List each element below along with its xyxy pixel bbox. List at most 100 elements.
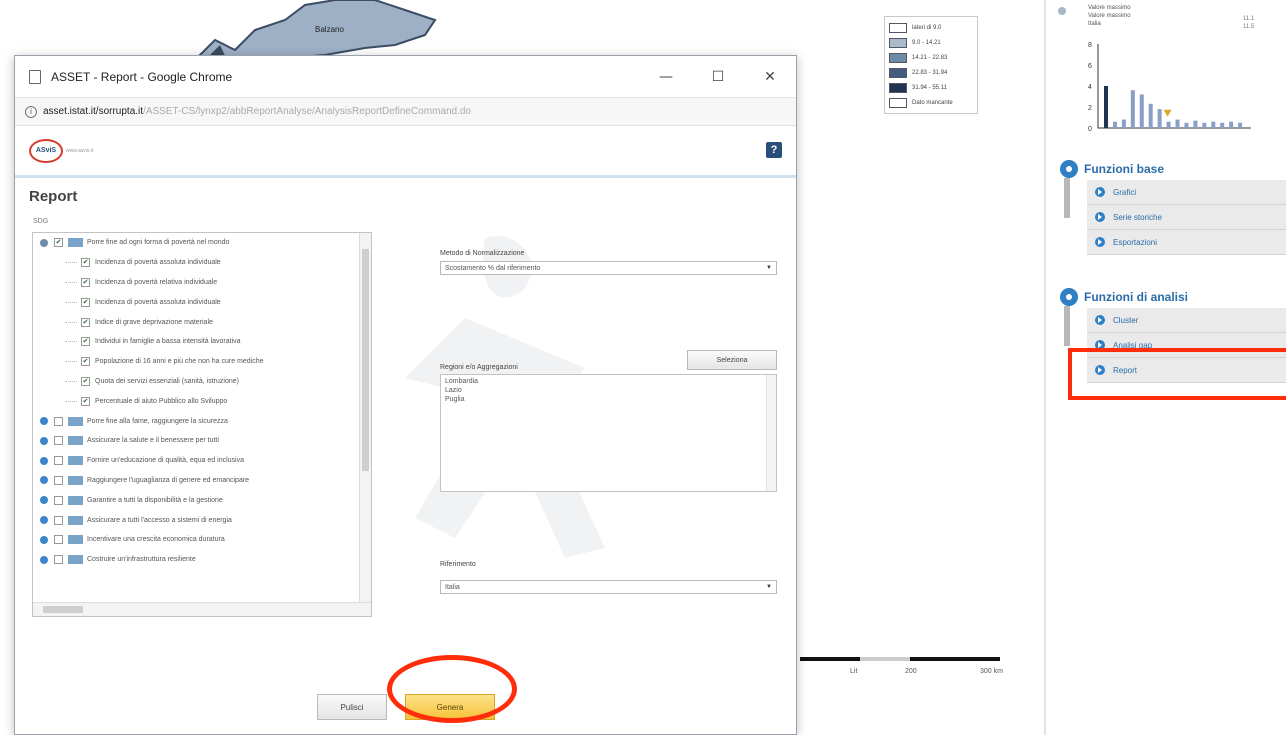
checkbox[interactable]: [54, 555, 63, 565]
tree-label: Garantire a tutti la disponibilità e la …: [87, 496, 223, 504]
section-title-text: Funzioni base: [1084, 162, 1165, 176]
checkbox[interactable]: ✔: [81, 396, 90, 406]
checkbox[interactable]: ✔: [81, 317, 90, 327]
esportazioni-button[interactable]: Esportazioni: [1087, 230, 1286, 255]
pulisci-button[interactable]: Pulisci: [317, 694, 387, 720]
scrollbar-thumb[interactable]: [362, 249, 369, 471]
page-title: Report: [29, 188, 78, 205]
tree-indicator-row[interactable]: ✔ Incidenza di povertà assoluta individua…: [33, 253, 371, 273]
checkbox[interactable]: [54, 515, 63, 525]
chart-bar: [1238, 122, 1243, 128]
checkbox[interactable]: ✔: [81, 277, 90, 287]
checkbox[interactable]: ✔: [81, 337, 90, 347]
list-item[interactable]: Lazio: [445, 386, 772, 395]
legend-label: 9.0 - 14.21: [912, 39, 941, 46]
tree-indicator-row[interactable]: ✔ Indice di grave deprivazione materiale: [33, 312, 371, 332]
genera-button[interactable]: Genera: [405, 694, 495, 720]
checkbox[interactable]: [54, 416, 63, 426]
normalization-select[interactable]: Scostamento % dal riferimento ▼: [440, 261, 777, 275]
expand-icon[interactable]: [40, 516, 48, 525]
app-header: ASviS www.asvis.it ?: [15, 126, 796, 178]
checkbox[interactable]: ✔: [81, 297, 90, 307]
scrollbar-thumb[interactable]: [43, 606, 83, 613]
tree-vertical-scrollbar[interactable]: [359, 233, 371, 616]
tree-guide-line: [65, 400, 77, 402]
collapse-icon[interactable]: [40, 238, 48, 247]
side-summary-value: 11.5: [1243, 24, 1255, 30]
checkbox[interactable]: ✔: [81, 357, 90, 367]
tree-goal-row[interactable]: Assicurare a tutti l'accesso a sistemi d…: [33, 510, 371, 530]
reference-select[interactable]: Italia ▼: [440, 580, 777, 594]
list-item[interactable]: Lombardia: [445, 377, 772, 386]
checkbox[interactable]: ✔: [81, 258, 90, 268]
tree-goal-row[interactable]: Garantire a tutti la disponibilità e la …: [33, 490, 371, 510]
serie-storiche-button[interactable]: Serie storiche: [1087, 205, 1286, 230]
chart-axis: [1097, 44, 1251, 129]
checkbox[interactable]: ✔: [81, 376, 90, 386]
tree-indicator-row[interactable]: ✔ Individui in famiglie a bassa intensità…: [33, 332, 371, 352]
region-map[interactable]: Balzano: [175, 0, 455, 60]
play-icon: [1095, 212, 1105, 222]
asvis-logo: ASviS www.asvis.it: [29, 138, 93, 163]
tree-label: Raggiungere l'uguaglianza di genere ed e…: [87, 476, 250, 484]
goal-icon: [68, 495, 83, 505]
expand-icon[interactable]: [40, 456, 48, 465]
maximize-button[interactable]: ☐: [692, 69, 744, 85]
expand-icon[interactable]: [40, 436, 48, 445]
checkbox[interactable]: [54, 535, 63, 545]
checkbox[interactable]: ✔: [54, 238, 63, 248]
tree-goal-row[interactable]: Porre fine alla fame, raggiungere la sic…: [33, 411, 371, 431]
expand-icon[interactable]: [40, 535, 48, 544]
tree-guide-line: [65, 361, 77, 363]
help-icon[interactable]: ?: [766, 142, 782, 158]
checkbox[interactable]: [54, 456, 63, 466]
list-item[interactable]: Puglia: [445, 395, 772, 404]
regions-list[interactable]: Lombardia Lazio Puglia: [440, 374, 777, 492]
goal-icon: [68, 475, 83, 485]
cluster-button[interactable]: Cluster: [1087, 308, 1286, 333]
tree-horizontal-scrollbar[interactable]: [33, 602, 371, 616]
address-bar[interactable]: i asset.istat.it/sorrupta.it /ASSET-CS/l…: [15, 98, 796, 126]
goals-tree[interactable]: ✔ Porre fine ad ogni forma di povertà nel…: [32, 232, 372, 617]
scale-label: 300 km: [980, 668, 1003, 675]
checkbox[interactable]: [54, 475, 63, 485]
side-summary-line: Italia: [1088, 21, 1101, 27]
analisi-gap-button[interactable]: Analisi gap: [1087, 333, 1286, 358]
minimize-button[interactable]: —: [640, 69, 692, 85]
grafici-button[interactable]: Grafici: [1087, 180, 1286, 205]
tree-indicator-row[interactable]: ✔ Incidenza di povertà relativa individua…: [33, 273, 371, 293]
legend-label: 22.83 - 31.94: [912, 69, 948, 76]
close-button[interactable]: ✕: [744, 69, 796, 85]
checkbox[interactable]: [54, 436, 63, 446]
legend-entry: 14.21 - 22.83: [889, 50, 973, 65]
tree-indicator-row[interactable]: ✔ Incidenza di povertà assoluta individua…: [33, 292, 371, 312]
mini-bar-chart: 8 6 4 2 0: [1088, 42, 1251, 133]
reference-label: Riferimento: [440, 561, 476, 568]
tree-goal-row[interactable]: ✔ Porre fine ad ogni forma di povertà nel…: [33, 233, 371, 253]
seleziona-button[interactable]: Seleziona: [687, 350, 777, 370]
tree-indicator-row[interactable]: ✔ Quota dei servizi essenziali (sanità, i…: [33, 372, 371, 392]
expand-icon[interactable]: [40, 476, 48, 485]
tree-goal-row[interactable]: Fornire un'educazione di qualità, equa e…: [33, 451, 371, 471]
tree-indicator-row[interactable]: ✔ Popolazione di 16 anni e più che non ha…: [33, 352, 371, 372]
url-path: /ASSET-CS/lynxp2/abbReportAnalyse/Analys…: [143, 106, 471, 117]
scale-label: Lit: [850, 668, 858, 675]
chart-bar: [1211, 121, 1216, 128]
tree-goal-row[interactable]: Assicurare la salute e il benessere per …: [33, 431, 371, 451]
tree-indicator-row[interactable]: ✔ Percentuale di aiuto Pubblico allo Svil…: [33, 391, 371, 411]
list-scrollbar[interactable]: [766, 375, 776, 491]
tree-goal-row[interactable]: Costruire un'infrastruttura resiliente: [33, 550, 371, 570]
tree-goal-row[interactable]: Raggiungere l'uguaglianza di genere ed e…: [33, 471, 371, 491]
chart-bar: [1166, 121, 1171, 128]
expand-icon[interactable]: [40, 555, 48, 564]
tree-label: Porre fine alla fame, raggiungere la sic…: [87, 417, 228, 425]
expand-icon[interactable]: [40, 417, 48, 426]
goals-label: SDG: [33, 218, 49, 225]
info-icon[interactable]: i: [25, 105, 37, 118]
button-label: Esportazioni: [1113, 237, 1158, 247]
checkbox[interactable]: [54, 495, 63, 505]
report-button[interactable]: Report: [1087, 358, 1286, 383]
window-titlebar[interactable]: ASSET - Report - Google Chrome — ☐ ✕: [15, 56, 796, 98]
expand-icon[interactable]: [40, 496, 48, 505]
tree-goal-row[interactable]: Incentivare una crescita economica durat…: [33, 530, 371, 550]
